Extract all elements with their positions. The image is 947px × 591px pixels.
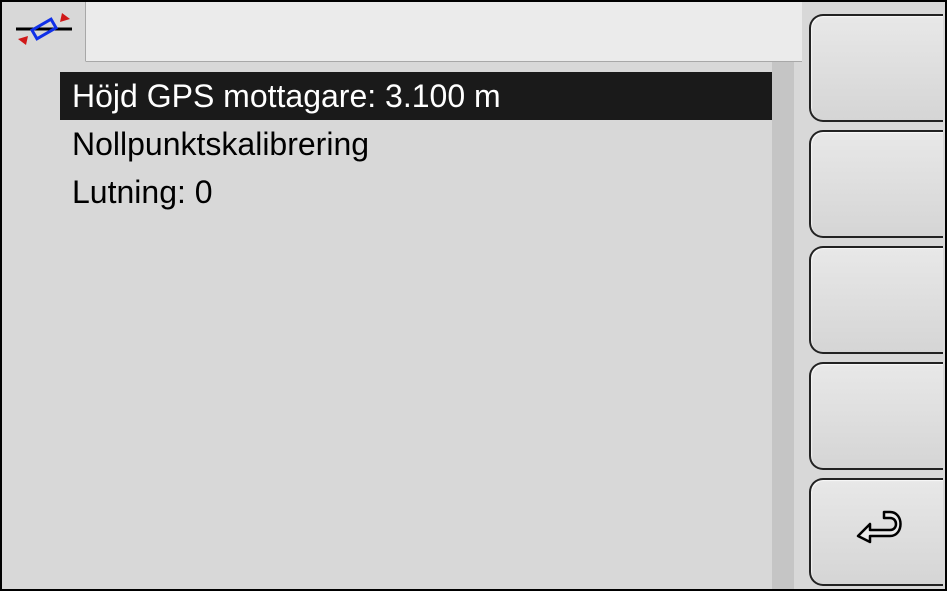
list-item-label: Höjd GPS mottagare: 3.100 m xyxy=(72,78,501,114)
side-button-bar xyxy=(805,2,945,589)
calibration-icon xyxy=(14,7,74,57)
list-item-tilt[interactable]: Lutning: 0 xyxy=(60,168,772,216)
header-bar xyxy=(2,2,802,62)
header-tab-calibration[interactable] xyxy=(2,2,86,62)
scrollbar[interactable] xyxy=(772,62,794,589)
main-area: Höjd GPS mottagare: 3.100 m Nollpunktska… xyxy=(2,2,802,589)
side-button-1[interactable] xyxy=(809,14,943,122)
list-item-gps-height[interactable]: Höjd GPS mottagare: 3.100 m xyxy=(60,72,772,120)
settings-list: Höjd GPS mottagare: 3.100 m Nollpunktska… xyxy=(60,72,772,216)
list-item-label: Lutning: 0 xyxy=(72,174,213,210)
side-button-4[interactable] xyxy=(809,362,943,470)
side-button-back[interactable] xyxy=(809,478,943,586)
side-button-3[interactable] xyxy=(809,246,943,354)
list-item-zero-calibration[interactable]: Nollpunktskalibrering xyxy=(60,120,772,168)
back-arrow-icon xyxy=(846,508,908,557)
side-button-2[interactable] xyxy=(809,130,943,238)
list-item-label: Nollpunktskalibrering xyxy=(72,126,369,162)
